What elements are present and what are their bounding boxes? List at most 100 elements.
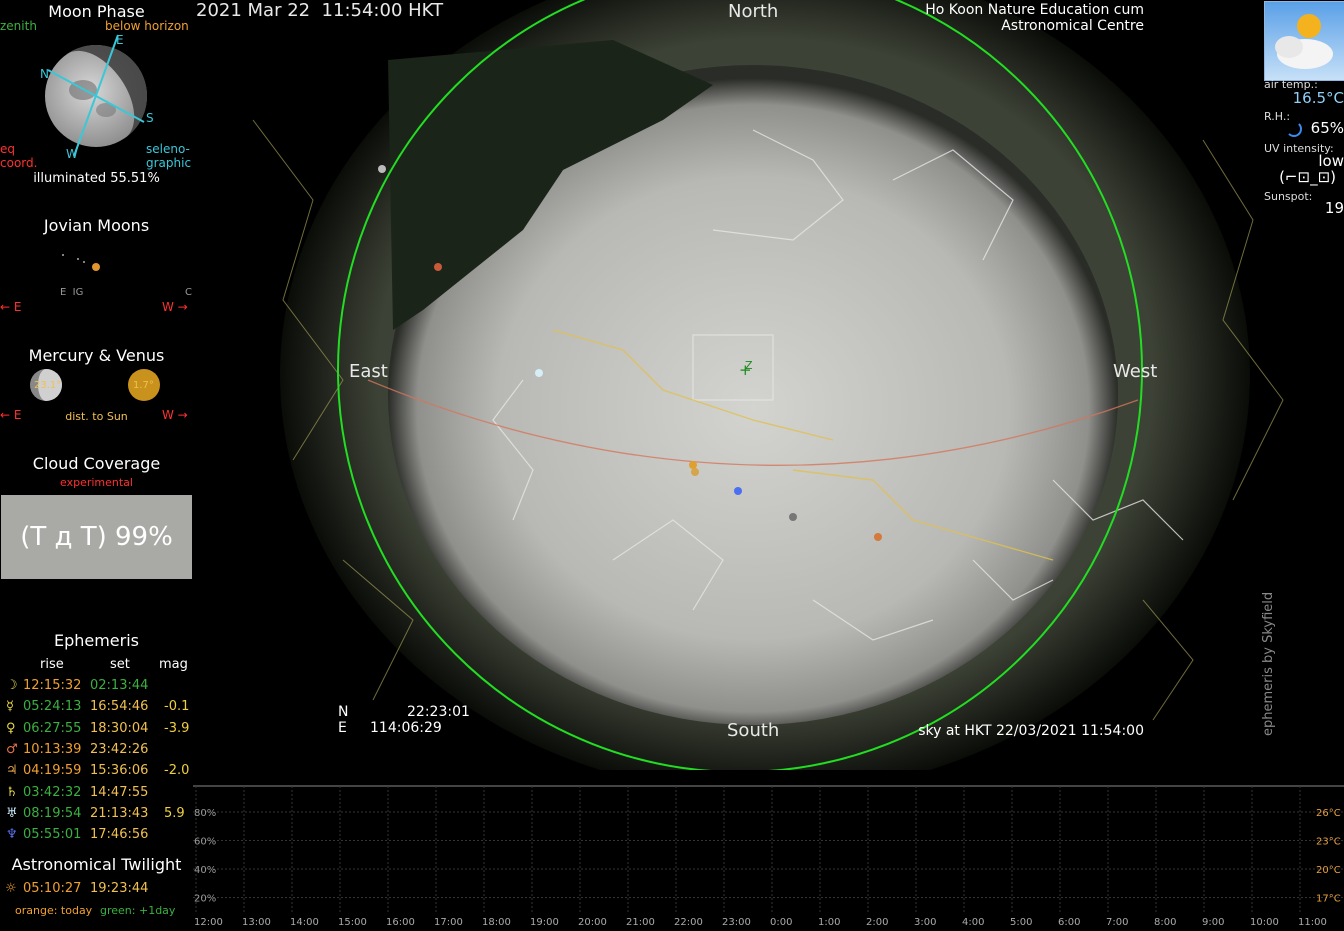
ephemeris-row: ♃ 04:19:59 15:36:06 -2.0 — [0, 763, 193, 783]
graph-grid: 12:00 13:00 14:00 15:00 16:00 17:00 18:00 19:00… — [193, 785, 1344, 928]
sky-timestamp: sky at HKT 22/03/2021 11:54:00 — [918, 723, 1144, 739]
moon-marker — [378, 165, 386, 173]
graph-hour-label: 1:00 — [818, 917, 840, 927]
graph-temp-tick: 26°C — [1316, 808, 1341, 819]
ephemeris-col-rise: rise — [40, 657, 64, 672]
graph-hour-label: 8:00 — [1154, 917, 1176, 927]
west-label: West — [1113, 361, 1158, 382]
ephemeris-mag: 5.9 — [164, 805, 185, 821]
graph-hour-label: 17:00 — [434, 917, 463, 927]
ephemeris-rise: 10:13:39 — [23, 741, 82, 757]
all-sky-view: + Z 2021 Mar 22 11:54:00 HKT Ho Koon Nat… — [193, 0, 1344, 770]
skyfield-credit: ephemeris by Skyfield — [1261, 591, 1276, 736]
north-label: North — [728, 1, 779, 22]
ephemeris-set: 23:42:26 — [90, 741, 149, 757]
graph-temp-tick: 23°C — [1316, 837, 1341, 848]
ephemeris-rise: 08:19:54 — [23, 805, 82, 821]
graph-hour-label: 3:00 — [914, 917, 936, 927]
ephemeris-mag: -3.9 — [164, 720, 190, 736]
graph-hour-label: 10:00 — [1250, 917, 1279, 927]
graph-hour-label: 7:00 — [1106, 917, 1128, 927]
ephemeris-title: Ephemeris — [53, 631, 140, 650]
weather-icon — [1264, 1, 1344, 81]
south-label: South — [727, 720, 780, 741]
graph-humidity-tick: 20% — [194, 894, 216, 905]
coord-n-value: 22:23:01 — [407, 704, 470, 720]
moon-phase-diagram: N E S W — [40, 33, 154, 160]
ephemeris-rise: 05:24:13 — [23, 699, 82, 715]
graph-hour-label: 23:00 — [722, 917, 751, 927]
graph-hour-label: 13:00 — [242, 917, 271, 927]
venus-angle: 1.7° — [133, 380, 154, 391]
graph-hour-label: 19:00 — [530, 917, 559, 927]
ephemeris-rise: 03:42:32 — [23, 784, 82, 800]
moon-compass-w: W — [66, 147, 78, 160]
graph-hour-label: 22:00 — [674, 917, 703, 927]
ephemeris-col-mag: mag — [159, 657, 188, 672]
jovian-moons-diagram — [62, 254, 100, 271]
graph-hour-label: 15:00 — [338, 917, 367, 927]
ephemeris-row: ☿ 05:24:13 16:54:46 -0.1 — [0, 699, 193, 719]
graph-hour-label: 5:00 — [1010, 917, 1032, 927]
ephemeris-symbol: ♄ — [6, 784, 18, 800]
ephemeris-rise: 12:15:32 — [23, 678, 82, 693]
jovian-moons-title: Jovian Moons — [43, 216, 150, 235]
twilight-set: 19:23:44 — [90, 881, 149, 896]
weather-history-graph: 12:00 13:00 14:00 15:00 16:00 17:00 18:00 19:00… — [193, 783, 1344, 928]
ephemeris-symbol: ☿ — [6, 699, 14, 715]
coord-e-label: E — [338, 720, 347, 736]
graph-hour-label: 20:00 — [578, 917, 607, 927]
rh-value: 65% — [1310, 119, 1344, 137]
moon-compass-s: S — [146, 111, 154, 125]
moon-compass-e: E — [116, 33, 124, 47]
jovian-moon-c-label: C — [185, 287, 192, 298]
info-sidebar: Moon Phase zenith below horizon N E S W … — [0, 0, 193, 927]
ephemeris-set: 21:13:43 — [90, 805, 149, 821]
mars-marker — [434, 263, 442, 271]
eq-coord-label-1: eq — [0, 142, 15, 156]
location-line-2: Astronomical Centre — [1001, 18, 1144, 34]
graph-temp-tick: 20°C — [1316, 865, 1341, 876]
ephemeris-mag: -0.1 — [164, 699, 190, 715]
ephemeris-symbol: ♆ — [6, 827, 18, 843]
graph-humidity-tick: 80% — [194, 808, 216, 819]
neptune-marker — [734, 487, 742, 495]
jovian-east-label: ← E — [0, 300, 22, 314]
zenith-z-label: Z — [745, 359, 753, 372]
mercury-venus-title: Mercury & Venus — [28, 346, 165, 365]
sky-datetime: 2021 Mar 22 11:54:00 HKT — [196, 0, 444, 21]
graph-humidity-tick: 40% — [194, 865, 216, 876]
jovian-west-label: W → — [162, 300, 188, 314]
cloud-coverage-title: Cloud Coverage — [32, 454, 161, 473]
ephemeris-set: 18:30:04 — [90, 720, 149, 736]
air-temp-value: 16.5°C — [1292, 89, 1344, 107]
ephemeris-row: ♂ 10:13:39 23:42:26 — [0, 742, 193, 762]
graph-hour-label: 11:00 — [1298, 917, 1327, 927]
ephemeris-set: 15:36:06 — [90, 763, 149, 779]
twilight-title: Astronomical Twilight — [11, 855, 182, 874]
mercury-angle: 23.1° — [34, 380, 62, 391]
venus-marker — [691, 468, 699, 476]
ephemeris-symbol: ♅ — [6, 805, 18, 821]
jovian-moon-labels: E IG — [60, 287, 84, 298]
ephemeris-set: 17:46:56 — [90, 827, 149, 843]
coord-n-label: N — [338, 704, 349, 720]
graph-hour-label: 0:00 — [770, 917, 792, 927]
twilight-rise: 05:10:27 — [23, 881, 82, 896]
graph-hour-label: 14:00 — [290, 917, 319, 927]
coord-e-value: 114:06:29 — [370, 720, 442, 736]
graph-hour-label: 18:00 — [482, 917, 511, 927]
rh-label: R.H.: — [1264, 110, 1291, 123]
graph-temp-tick: 17°C — [1316, 894, 1341, 905]
legend-orange: orange: today — [15, 904, 93, 917]
mv-west-label: W → — [162, 408, 188, 422]
ephemeris-row: ♆ 05:55:01 17:46:56 — [0, 827, 193, 847]
twilight-row: ☼ 05:10:27 19:23:44 — [0, 881, 193, 901]
legend-green: green: +1day — [100, 904, 176, 917]
ephemeris-mag: -2.0 — [164, 763, 190, 779]
ephemeris-symbol: ☽ — [6, 678, 18, 693]
uranus-marker — [535, 369, 543, 377]
selenographic-label-2: graphic — [146, 156, 192, 170]
graph-hour-label: 12:00 — [194, 917, 223, 927]
location-line-1: Ho Koon Nature Education cum — [925, 2, 1144, 18]
